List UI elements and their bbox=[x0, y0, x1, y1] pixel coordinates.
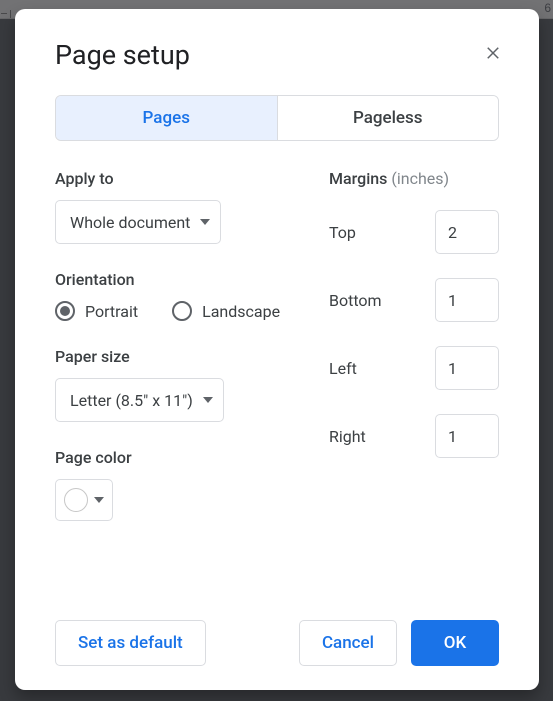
cancel-button[interactable]: Cancel bbox=[299, 620, 397, 666]
ok-label: OK bbox=[444, 633, 466, 653]
color-swatch-icon bbox=[64, 488, 88, 512]
radio-icon bbox=[55, 301, 75, 321]
orientation-label: Orientation bbox=[55, 270, 319, 289]
chevron-down-icon bbox=[94, 497, 104, 503]
margins-unit: (inches) bbox=[391, 169, 449, 188]
paper-size-label: Paper size bbox=[55, 347, 319, 366]
chevron-down-icon bbox=[200, 219, 210, 225]
orientation-landscape-label: Landscape bbox=[202, 302, 280, 321]
set-as-default-button[interactable]: Set as default bbox=[55, 620, 206, 666]
apply-to-value: Whole document bbox=[70, 213, 190, 232]
margin-top-label: Top bbox=[329, 223, 356, 242]
tab-pages-label: Pages bbox=[143, 108, 190, 128]
apply-to-label: Apply to bbox=[55, 169, 319, 188]
set-as-default-label: Set as default bbox=[78, 633, 183, 653]
margin-left-label: Left bbox=[329, 359, 357, 378]
cancel-label: Cancel bbox=[322, 633, 374, 653]
margins-label: Margins (inches) bbox=[329, 169, 499, 188]
orientation-landscape-radio[interactable]: Landscape bbox=[172, 301, 280, 321]
close-icon bbox=[484, 44, 502, 66]
margin-top-input[interactable] bbox=[435, 210, 499, 254]
margin-right-input[interactable] bbox=[435, 414, 499, 458]
orientation-portrait-label: Portrait bbox=[85, 302, 138, 321]
ok-button[interactable]: OK bbox=[411, 620, 499, 666]
tab-pageless[interactable]: Pageless bbox=[277, 96, 499, 140]
paper-size-value: Letter (8.5" x 11") bbox=[70, 391, 193, 410]
page-setup-dialog: Page setup Pages Pageless Ap bbox=[15, 9, 539, 690]
dialog-title: Page setup bbox=[39, 39, 190, 71]
margin-left-input[interactable] bbox=[435, 346, 499, 390]
margin-bottom-label: Bottom bbox=[329, 291, 382, 310]
paper-size-dropdown[interactable]: Letter (8.5" x 11") bbox=[55, 378, 224, 422]
app-backdrop: 6 Page setup Pages Pageless bbox=[0, 0, 553, 701]
chevron-down-icon bbox=[203, 397, 213, 403]
radio-icon bbox=[172, 301, 192, 321]
margin-bottom-input[interactable] bbox=[435, 278, 499, 322]
page-color-dropdown[interactable] bbox=[55, 479, 113, 521]
page-color-label: Page color bbox=[55, 448, 319, 467]
margin-right-label: Right bbox=[329, 427, 366, 446]
orientation-portrait-radio[interactable]: Portrait bbox=[55, 301, 138, 321]
tab-pageless-label: Pageless bbox=[353, 108, 423, 128]
tab-pages[interactable]: Pages bbox=[56, 96, 277, 140]
mode-tabs: Pages Pageless bbox=[55, 95, 499, 141]
apply-to-dropdown[interactable]: Whole document bbox=[55, 200, 221, 244]
close-button[interactable] bbox=[477, 39, 509, 71]
